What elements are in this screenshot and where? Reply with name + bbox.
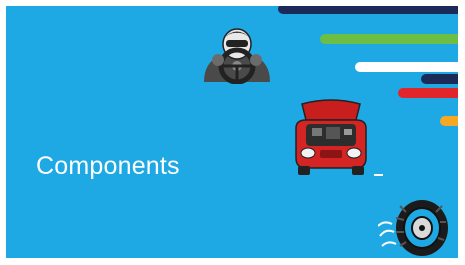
slide: Components [6,6,458,258]
orange-stripe [440,116,458,126]
dash-mark [374,174,383,176]
navy-stripe-2 [421,74,458,84]
slide-title: Components [36,152,180,180]
white-stripe [355,62,458,72]
tire-icon [378,200,448,256]
navy-stripe-1 [278,6,458,14]
green-stripe [320,34,458,44]
driver-steering-wheel-icon [204,28,270,84]
red-stripe [398,88,458,98]
red-car-engine-icon [295,99,367,175]
